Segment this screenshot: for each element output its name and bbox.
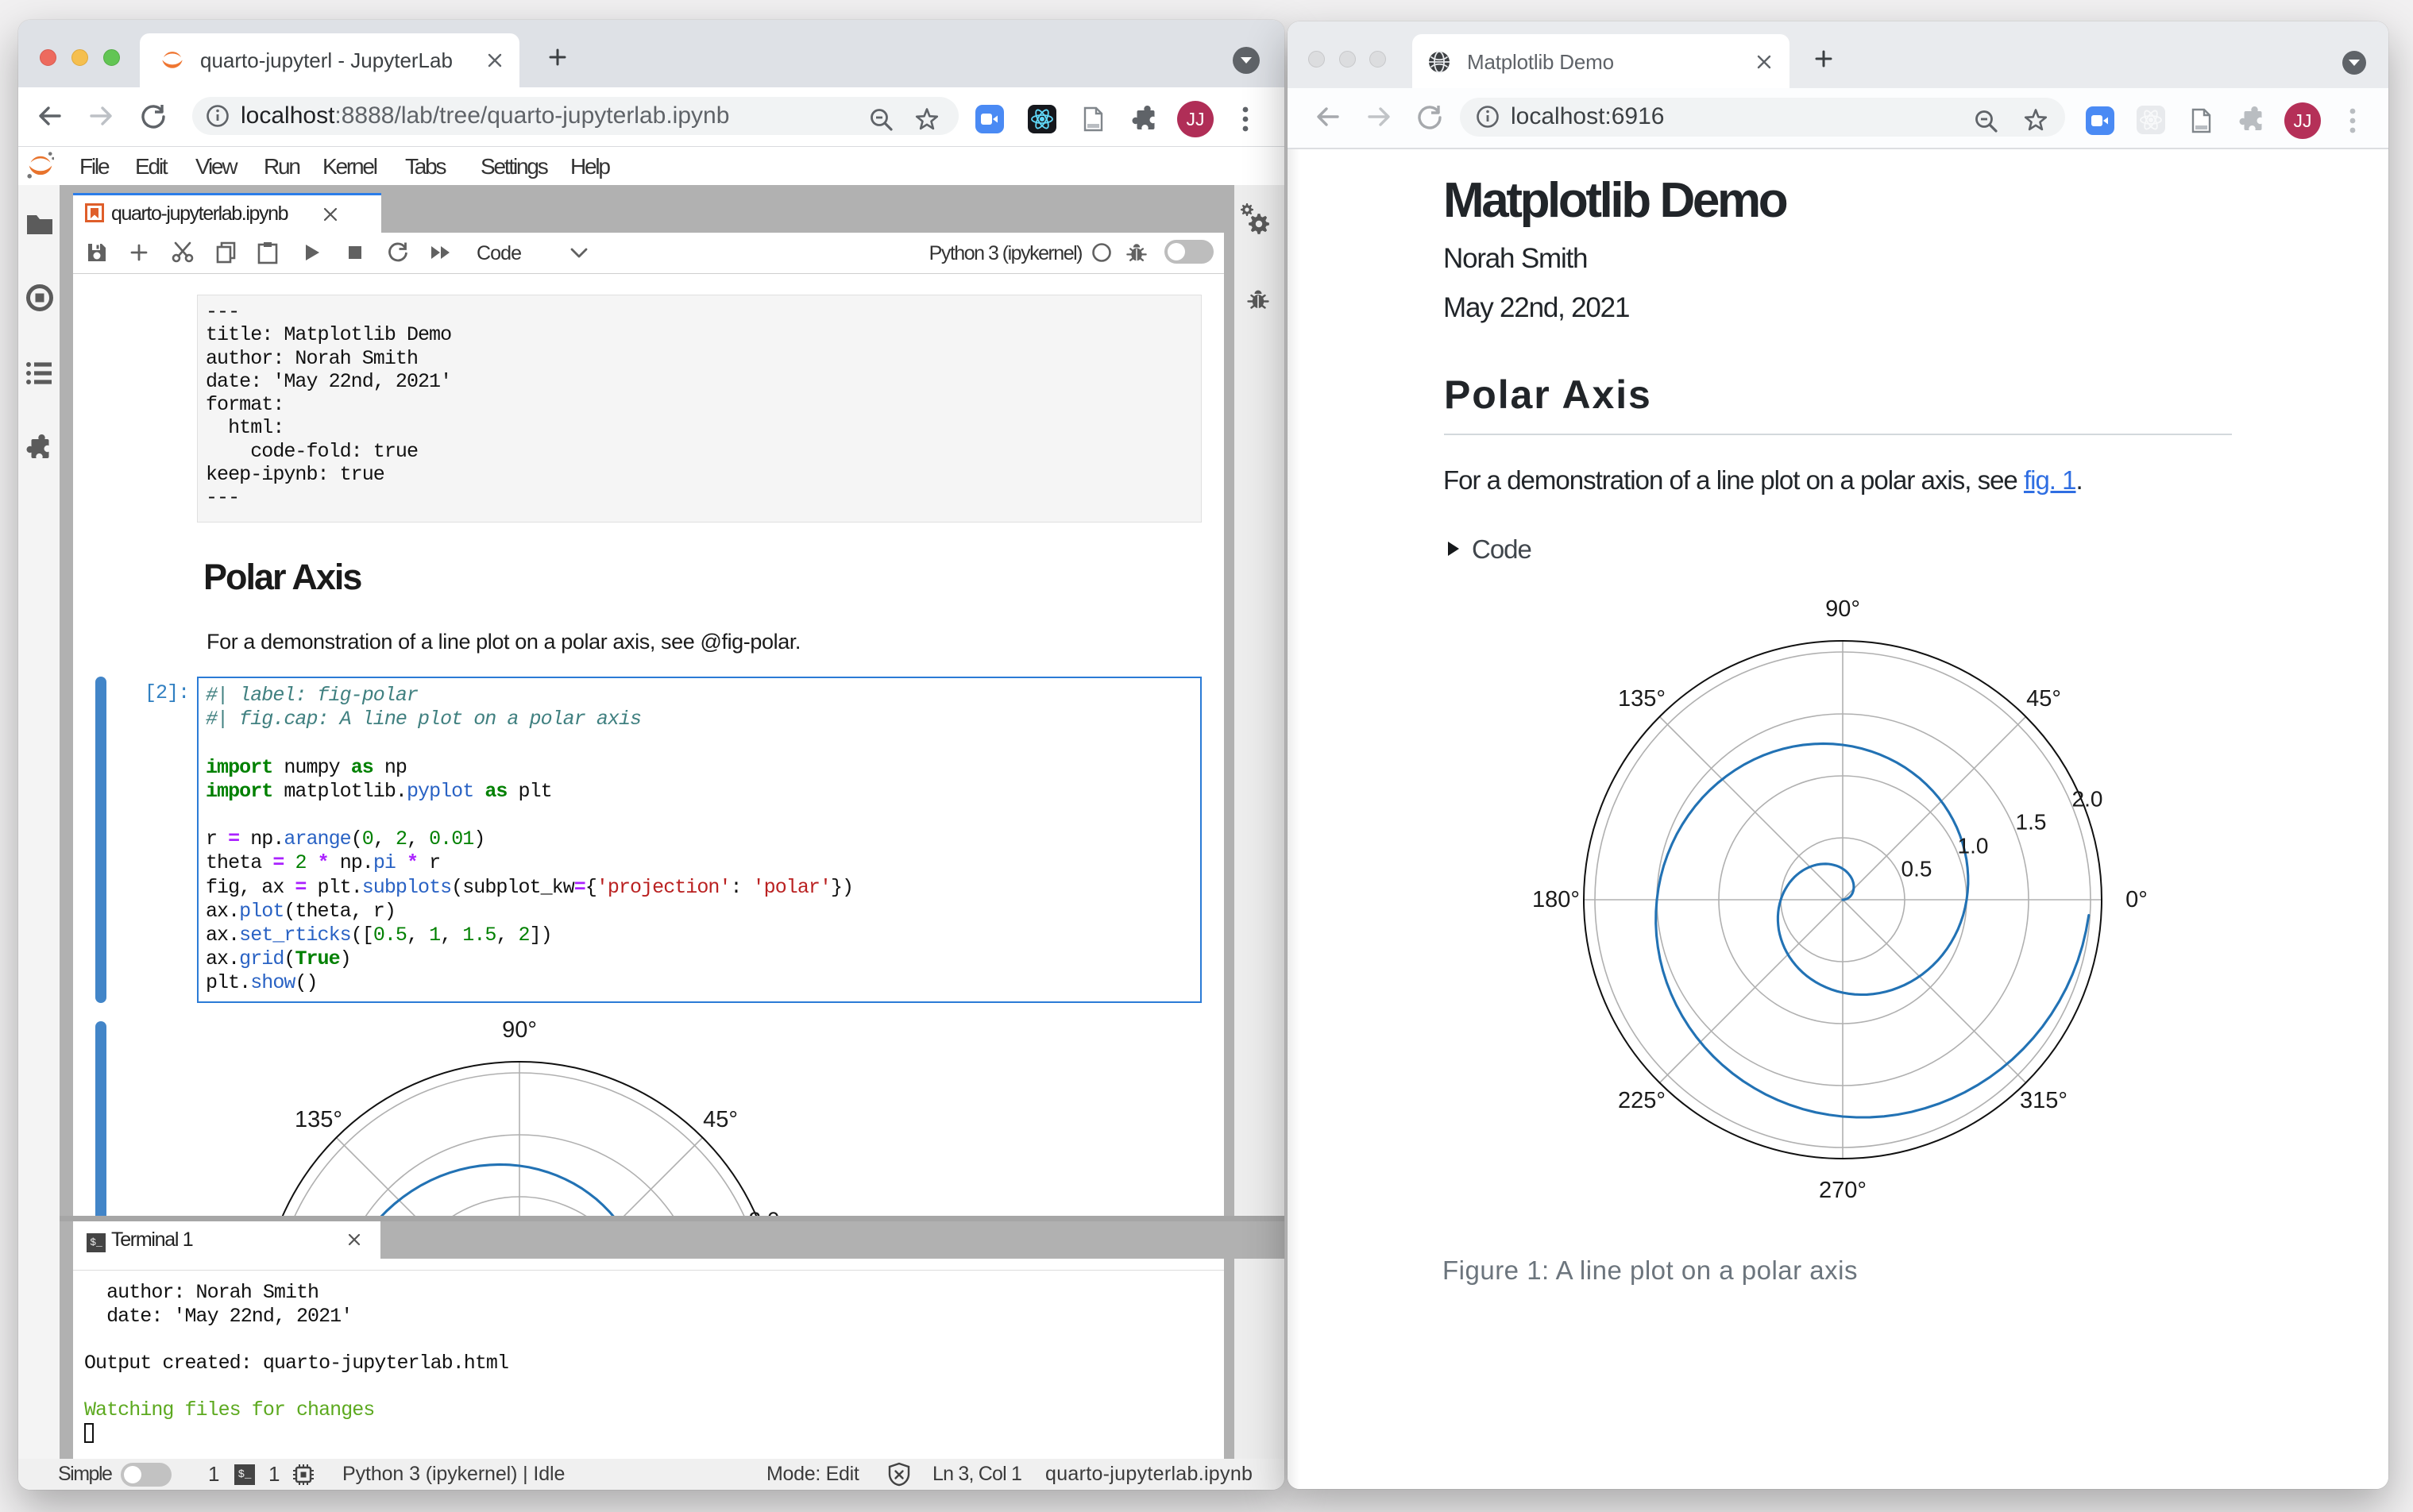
svg-text:0°: 0° [2125, 887, 2148, 912]
svg-text:135°: 135° [295, 1107, 342, 1132]
svg-text:1.0: 1.0 [1958, 834, 1989, 858]
svg-text:2.0: 2.0 [749, 1208, 780, 1217]
svg-text:315°: 315° [2020, 1088, 2067, 1113]
svg-text:45°: 45° [703, 1107, 738, 1132]
svg-text:180°: 180° [1532, 887, 1580, 912]
svg-text:270°: 270° [1819, 1178, 1867, 1203]
svg-text:90°: 90° [502, 1017, 537, 1043]
svg-text:135°: 135° [1618, 686, 1666, 712]
svg-text:2.0: 2.0 [2072, 787, 2103, 812]
svg-text:45°: 45° [2026, 686, 2061, 712]
svg-text:0.5: 0.5 [1901, 857, 1932, 881]
svg-text:225°: 225° [1618, 1088, 1666, 1113]
svg-text:1.5: 1.5 [2016, 810, 2047, 835]
svg-text:90°: 90° [1825, 596, 1860, 622]
